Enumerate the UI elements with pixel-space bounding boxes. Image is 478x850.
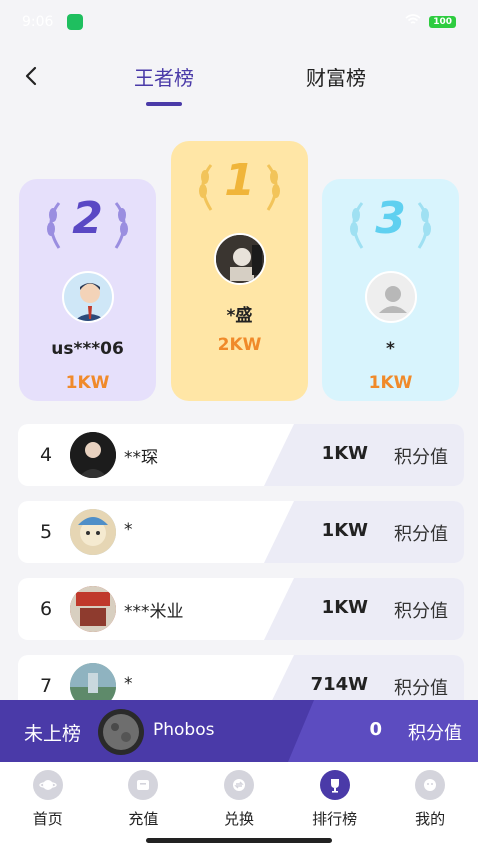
podium-name: us***06	[51, 339, 124, 359]
avatar	[70, 432, 116, 478]
wallet-icon	[128, 770, 159, 800]
score-unit: 积分值	[394, 524, 448, 545]
planet-icon	[32, 770, 63, 800]
wifi-icon	[405, 14, 421, 30]
user-name: *	[124, 520, 133, 540]
header: 王者榜 财富榜	[0, 44, 478, 114]
podium-name: *盛	[226, 306, 253, 326]
user-icon	[415, 770, 446, 800]
nav-label: 兑换	[223, 810, 254, 828]
default-avatar-icon	[364, 271, 417, 323]
my-name: Phobos	[153, 720, 215, 740]
home-indicator	[146, 838, 332, 843]
podium-rank-3[interactable]: 3 * 1KW	[322, 179, 459, 401]
user-score: 714W	[310, 674, 368, 695]
rank-number: 1	[224, 155, 255, 206]
nav-label: 充值	[128, 810, 159, 828]
trophy-icon	[319, 770, 350, 800]
nav-ranking[interactable]: 排行榜	[287, 762, 383, 850]
tab-king-rank[interactable]: 王者榜	[134, 62, 194, 91]
user-score: 1KW	[321, 443, 368, 464]
my-rank-status: 未上榜	[24, 723, 82, 745]
score-unit: 积分值	[394, 447, 448, 468]
my-rank-bar: 未上榜 Phobos 0 积分值	[0, 700, 478, 762]
list-item[interactable]: 6 ***米业 1KW 积分值	[18, 578, 464, 640]
status-time: 9:06	[22, 14, 54, 30]
shield-icon	[67, 14, 84, 30]
score-unit: 积分值	[394, 678, 448, 699]
status-bar: 9:06 100	[0, 0, 478, 44]
nav-exchange[interactable]: 兑换	[191, 762, 287, 850]
user-score: 1KW	[321, 597, 368, 618]
rank-number: 4	[40, 444, 53, 466]
user-name: **琛	[124, 448, 158, 468]
tab-underline	[146, 102, 182, 106]
nav-home[interactable]: 首页	[0, 762, 96, 850]
rank-number: 7	[40, 675, 53, 697]
avatar	[98, 709, 144, 755]
score-unit: 积分值	[408, 723, 462, 744]
list-item[interactable]: 5 * 1KW 积分值	[18, 501, 464, 563]
rank-number: 2	[72, 193, 103, 244]
user-name: ***米业	[124, 602, 184, 622]
podium-score: 1KW	[65, 373, 110, 393]
nav-mine[interactable]: 我的	[382, 762, 478, 850]
podium-rank-1[interactable]: 1 *盛 2KW	[171, 141, 308, 401]
user-name: *	[124, 674, 133, 694]
exchange-icon	[223, 770, 254, 800]
podium-rank-2[interactable]: 2 us***06 1KW	[19, 179, 156, 401]
nav-recharge[interactable]: 充值	[96, 762, 192, 850]
avatar	[70, 509, 116, 555]
nav-label: 排行榜	[312, 810, 358, 828]
avatar	[70, 586, 116, 632]
nav-label: 我的	[415, 810, 446, 828]
my-score: 0	[369, 719, 382, 740]
podium-name: *	[386, 339, 395, 359]
nav-label: 首页	[32, 810, 63, 828]
avatar	[61, 271, 114, 323]
user-score: 1KW	[321, 520, 368, 541]
score-unit: 积分值	[394, 601, 448, 622]
podium-score: 2KW	[217, 335, 262, 355]
chevron-left-icon	[25, 66, 37, 86]
bottom-nav: 首页 充值 兑换 排行榜 我的	[0, 762, 478, 850]
tab-wealth-rank[interactable]: 财富榜	[306, 62, 366, 91]
list-item[interactable]: 4 **琛 1KW 积分值	[18, 424, 464, 486]
back-button[interactable]	[22, 66, 42, 86]
podium-score: 1KW	[368, 373, 413, 393]
rank-number: 5	[40, 521, 53, 543]
rank-number: 3	[375, 193, 406, 244]
battery-indicator: 100	[429, 16, 456, 28]
rank-number: 6	[40, 598, 53, 620]
avatar	[213, 233, 266, 285]
